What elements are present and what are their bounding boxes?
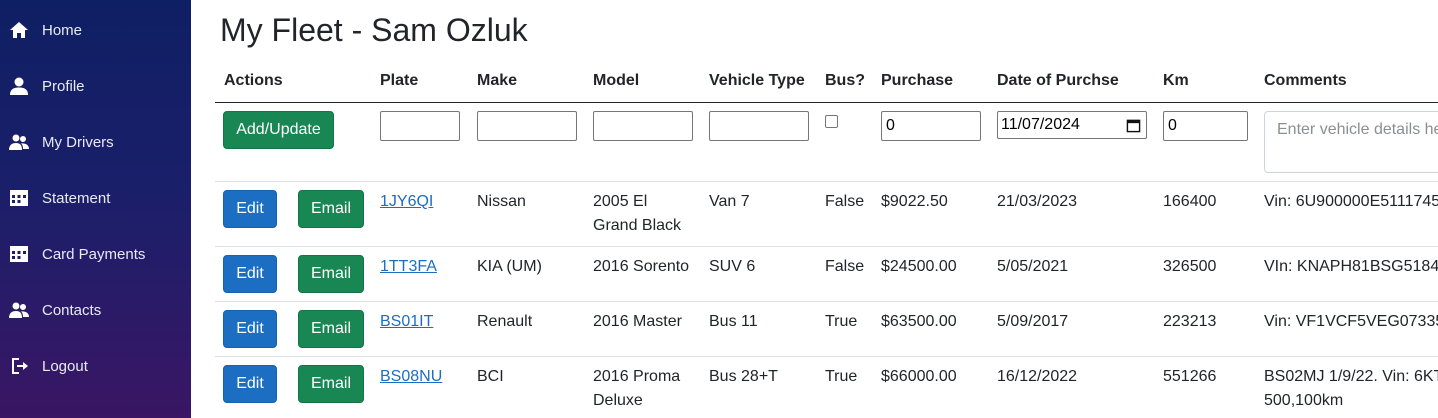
row-divider: [215, 181, 1438, 182]
email-button[interactable]: Email: [298, 255, 364, 293]
calendar-icon[interactable]: [1126, 118, 1141, 133]
type-cell: Bus 11: [709, 313, 758, 330]
date-value: 11/07/2024: [1001, 116, 1080, 133]
purchase-cell: $66000.00: [881, 368, 957, 385]
type-cell: Van 7: [709, 193, 750, 210]
edit-button[interactable]: Edit: [223, 190, 277, 228]
people-icon: [9, 302, 29, 318]
sidebar-item-contacts[interactable]: Contacts: [0, 282, 191, 338]
bus-cell: False: [825, 258, 865, 275]
date-input[interactable]: 11/07/2024: [997, 111, 1147, 139]
model-cell: 2016 Proma: [593, 368, 681, 385]
plate-link[interactable]: BS01IT: [380, 310, 433, 334]
bus-cell: True: [825, 313, 858, 330]
sidebar-item-my-drivers[interactable]: My Drivers: [0, 114, 191, 170]
sidebar-item-label: My Drivers: [42, 133, 114, 151]
person-icon: [10, 77, 28, 95]
km-input[interactable]: [1163, 111, 1248, 141]
column-header-bus: Bus?: [825, 72, 865, 89]
calendar-icon: [10, 190, 28, 206]
email-button[interactable]: Email: [298, 190, 364, 228]
column-header-model: Model: [593, 72, 640, 89]
column-header-comments: Comments: [1264, 72, 1347, 89]
km-cell: 223213: [1163, 313, 1217, 330]
model-cell: 2016 Sorento: [593, 258, 690, 275]
edit-button[interactable]: Edit: [223, 365, 277, 403]
plate-link[interactable]: BS08NU: [380, 365, 442, 389]
model-cell-line2: Grand Black: [593, 217, 682, 234]
column-header-plate: Plate: [380, 72, 419, 89]
main-content: My Fleet - Sam Ozluk Actions Plate Make …: [191, 0, 1438, 418]
sidebar-item-label: Logout: [42, 357, 88, 375]
comments-cell: VIn: KNAPH81BSG5184: [1264, 258, 1438, 275]
make-cell: KIA (UM): [477, 258, 542, 275]
sidebar-item-logout[interactable]: Logout: [0, 338, 191, 394]
make-input[interactable]: [477, 111, 577, 141]
purchase-input[interactable]: [881, 111, 981, 141]
home-icon: [10, 22, 28, 38]
model-cell: 2016 Master: [593, 313, 682, 330]
bus-cell: True: [825, 368, 858, 385]
vehicle-type-input[interactable]: [709, 111, 809, 141]
sidebar-item-label: Home: [42, 21, 83, 39]
logout-icon: [12, 358, 28, 374]
type-cell: SUV 6: [709, 258, 756, 275]
edit-button[interactable]: Edit: [223, 310, 277, 348]
edit-button[interactable]: Edit: [223, 255, 277, 293]
model-input[interactable]: [593, 111, 693, 141]
purchase-cell: $24500.00: [881, 258, 957, 275]
km-cell: 166400: [1163, 193, 1217, 210]
date-cell: 21/03/2023: [997, 193, 1078, 210]
email-button[interactable]: Email: [298, 365, 364, 403]
date-cell: 16/12/2022: [997, 368, 1078, 385]
column-header-km: Km: [1163, 72, 1189, 89]
sidebar-item-label: Profile: [42, 77, 85, 95]
bus-cell: False: [825, 193, 865, 210]
make-cell: Renault: [477, 313, 533, 330]
page-title: My Fleet - Sam Ozluk: [220, 12, 528, 48]
row-divider: [215, 301, 1438, 302]
people-icon: [9, 134, 29, 150]
type-cell: Bus 28+T: [709, 368, 778, 385]
comments-cell-line2: 500,100km: [1264, 392, 1344, 409]
plate-link[interactable]: 1TT3FA: [380, 255, 437, 279]
sidebar: Home Profile My Drivers Statement Card P…: [0, 0, 191, 418]
row-divider: [215, 246, 1438, 247]
model-cell: 2005 El: [593, 193, 648, 210]
calendar-icon: [10, 246, 28, 262]
date-cell: 5/09/2017: [997, 313, 1069, 330]
model-cell-line2: Deluxe: [593, 392, 643, 409]
bus-checkbox[interactable]: [825, 115, 838, 128]
column-header-date: Date of Purchse: [997, 72, 1119, 89]
sidebar-item-statement[interactable]: Statement: [0, 170, 191, 226]
make-cell: Nissan: [477, 193, 526, 210]
plate-input[interactable]: [380, 111, 460, 141]
make-cell: BCI: [477, 368, 504, 385]
purchase-cell: $9022.50: [881, 193, 948, 210]
email-button[interactable]: Email: [298, 310, 364, 348]
column-header-make: Make: [477, 72, 518, 89]
comments-cell: Vin: 6U900000E5111745: [1264, 193, 1438, 210]
sidebar-item-card-payments[interactable]: Card Payments: [0, 226, 191, 282]
purchase-cell: $63500.00: [881, 313, 957, 330]
column-header-purchase: Purchase: [881, 72, 954, 89]
header-divider: [215, 102, 1438, 103]
column-header-actions: Actions: [224, 72, 283, 89]
sidebar-item-label: Contacts: [42, 301, 102, 319]
column-header-vehicle-type: Vehicle Type: [709, 72, 805, 89]
comments-cell: BS02MJ 1/9/22. Vin: 6KT: [1264, 368, 1438, 385]
sidebar-item-label: Statement: [42, 189, 111, 207]
add-update-button[interactable]: Add/Update: [223, 111, 334, 149]
sidebar-item-label: Card Payments: [42, 245, 146, 263]
row-divider: [215, 356, 1438, 357]
km-cell: 551266: [1163, 368, 1217, 385]
plate-link[interactable]: 1JY6QI: [380, 190, 433, 214]
sidebar-item-home[interactable]: Home: [0, 2, 191, 58]
comments-cell: Vin: VF1VCF5VEG07335: [1264, 313, 1438, 330]
km-cell: 326500: [1163, 258, 1217, 275]
sidebar-item-profile[interactable]: Profile: [0, 58, 191, 114]
comments-input[interactable]: Enter vehicle details here: [1264, 111, 1438, 173]
date-cell: 5/05/2021: [997, 258, 1069, 275]
